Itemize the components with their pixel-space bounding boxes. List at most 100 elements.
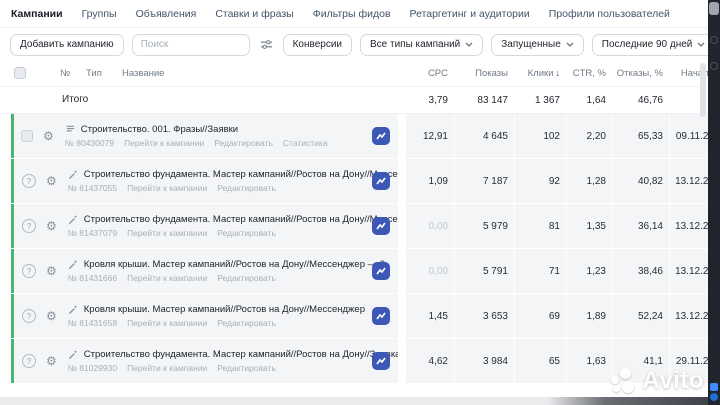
campaign-row[interactable]: ? ⚙ Строительство фундамента. Мастер кам… xyxy=(0,339,720,383)
cropped-icon xyxy=(709,2,719,15)
table-header: № Тип Название CPC Показы Клики ↓ CTR, % … xyxy=(0,60,720,87)
metrica-badge[interactable] xyxy=(372,172,390,190)
master-campaign-wand-icon xyxy=(68,259,79,270)
metrica-badge[interactable] xyxy=(372,217,390,235)
tab-bids-phrases[interactable]: Ставки и фразы xyxy=(215,8,293,20)
tab-groups[interactable]: Группы xyxy=(82,8,117,20)
cell-clicks: 102 xyxy=(514,114,566,158)
metrica-badge[interactable] xyxy=(372,352,390,370)
metrica-badge[interactable] xyxy=(372,127,390,145)
bottom-edge-strip xyxy=(0,397,720,405)
gear-icon[interactable]: ⚙ xyxy=(43,130,54,142)
help-status-icon: ? xyxy=(22,309,36,323)
edit-link[interactable]: Редактировать xyxy=(217,273,276,283)
master-campaign-wand-icon xyxy=(68,304,79,315)
cell-cpc: 0,00 xyxy=(428,265,448,277)
cell-impressions: 7 187 xyxy=(454,159,514,203)
column-header-clicks[interactable]: Клики ↓ xyxy=(514,60,566,86)
campaign-row[interactable]: ? ⚙ Кровля крыши. Мастер кампаний//Росто… xyxy=(0,294,720,338)
column-header-ctr[interactable]: CTR, % xyxy=(566,60,612,86)
campaign-type-filter-dropdown[interactable]: Все типы кампаний xyxy=(360,33,484,56)
search-input[interactable] xyxy=(131,33,250,56)
tab-campaigns[interactable]: Кампании xyxy=(11,8,63,20)
statistics-link[interactable]: Статистика xyxy=(283,138,328,148)
help-status-icon: ? xyxy=(22,174,36,188)
cell-ctr: 1,63 xyxy=(566,339,612,383)
conversions-button[interactable]: Конверсии xyxy=(282,33,352,56)
chevron-down-icon xyxy=(697,42,705,47)
campaign-id: № 81431658 xyxy=(67,318,118,328)
cell-cpc: 12,91 xyxy=(422,130,448,142)
campaign-type-filter-label: Все типы кампаний xyxy=(370,39,461,50)
column-header-cpc[interactable]: CPC xyxy=(406,60,454,86)
help-status-icon: ? xyxy=(22,219,36,233)
totals-bounce: 46,76 xyxy=(637,94,663,106)
go-to-campaign-link[interactable]: Перейти к кампании xyxy=(127,228,207,238)
help-status-icon: ? xyxy=(22,354,36,368)
add-campaign-button[interactable]: Добавить кампанию xyxy=(10,33,124,56)
campaign-row[interactable]: ? ⚙ Строительство фундамента. Мастер кам… xyxy=(0,204,720,248)
go-to-campaign-link[interactable]: Перейти к кампании xyxy=(127,273,207,283)
metrica-badge[interactable] xyxy=(372,307,390,325)
edit-link[interactable]: Редактировать xyxy=(217,318,276,328)
top-navigation: Кампании Группы Объявления Ставки и фраз… xyxy=(0,0,708,28)
cell-cpc: 1,09 xyxy=(428,175,448,187)
cell-clicks: 65 xyxy=(514,339,566,383)
cell-impressions: 3 653 xyxy=(454,294,514,338)
edit-link[interactable]: Редактировать xyxy=(217,363,276,373)
row-checkbox[interactable] xyxy=(21,130,33,142)
chevron-down-icon xyxy=(566,42,574,47)
cell-impressions: 5 791 xyxy=(454,249,514,293)
cell-cpc: 0,00 xyxy=(428,220,448,232)
totals-cpc: 3,79 xyxy=(428,94,448,106)
tab-user-profiles[interactable]: Профили пользователей xyxy=(549,8,670,20)
help-status-icon: ? xyxy=(22,264,36,278)
go-to-campaign-link[interactable]: Перейти к кампании xyxy=(127,183,207,193)
filter-sliders-icon[interactable] xyxy=(258,37,275,52)
tab-retargeting-audiences[interactable]: Ретаргетинг и аудитории xyxy=(410,8,530,20)
tab-feed-filters[interactable]: Фильтры фидов xyxy=(313,8,391,20)
column-header-impressions[interactable]: Показы xyxy=(454,60,514,86)
go-to-campaign-link[interactable]: Перейти к кампании xyxy=(127,363,207,373)
campaign-id: № 81437079 xyxy=(67,228,118,238)
edit-link[interactable]: Редактировать xyxy=(214,138,273,148)
campaign-title: Строительство фундамента. Мастер кампани… xyxy=(83,169,398,180)
campaign-id: № 81431666 xyxy=(67,273,118,283)
totals-ctr: 1,64 xyxy=(586,94,606,106)
vertical-scrollbar[interactable] xyxy=(700,63,706,117)
cell-clicks: 71 xyxy=(514,249,566,293)
cell-clicks: 81 xyxy=(514,204,566,248)
cropped-side-panel xyxy=(708,0,720,405)
go-to-campaign-link[interactable]: Перейти к кампании xyxy=(124,138,204,148)
totals-impressions: 83 147 xyxy=(477,94,508,106)
cell-bounce: 65,33 xyxy=(612,114,669,158)
status-filter-dropdown[interactable]: Запущенные xyxy=(491,33,584,56)
cell-cpc: 4,62 xyxy=(428,355,448,367)
select-all-checkbox[interactable] xyxy=(14,67,26,79)
campaign-row[interactable]: ? ⚙ Кровля крыши. Мастер кампаний//Росто… xyxy=(0,249,720,293)
period-filter-dropdown[interactable]: Последние 90 дней xyxy=(591,33,716,56)
gear-icon[interactable]: ⚙ xyxy=(46,175,57,187)
campaign-title: Строительство фундамента. Мастер кампани… xyxy=(83,214,398,225)
edit-link[interactable]: Редактировать xyxy=(217,183,276,193)
metrica-badge[interactable] xyxy=(372,262,390,280)
column-header-name: Название xyxy=(122,68,165,79)
cropped-blue-icon xyxy=(710,383,718,391)
cell-bounce: 52,24 xyxy=(612,294,669,338)
gear-icon[interactable]: ⚙ xyxy=(46,265,57,277)
column-header-bounce[interactable]: Отказы, % xyxy=(612,60,669,86)
go-to-campaign-link[interactable]: Перейти к кампании xyxy=(127,318,207,328)
campaign-row[interactable]: ? ⚙ Строительство фундамента. Мастер кам… xyxy=(0,159,720,203)
gear-icon[interactable]: ⚙ xyxy=(46,310,57,322)
master-campaign-wand-icon xyxy=(68,169,79,180)
gear-icon[interactable]: ⚙ xyxy=(46,355,57,367)
toolbar: Добавить кампанию Конверсии Все типы кам… xyxy=(0,29,716,60)
gear-icon[interactable]: ⚙ xyxy=(46,220,57,232)
cell-clicks: 69 xyxy=(514,294,566,338)
cell-bounce: 41,1 xyxy=(612,339,669,383)
campaign-row[interactable]: ⚙ Строительство. 001. Фразы//Заявки № 80… xyxy=(0,114,720,158)
cell-ctr: 1,28 xyxy=(566,159,612,203)
edit-link[interactable]: Редактировать xyxy=(217,228,276,238)
cell-bounce: 38,46 xyxy=(612,249,669,293)
tab-ads[interactable]: Объявления xyxy=(136,8,197,20)
